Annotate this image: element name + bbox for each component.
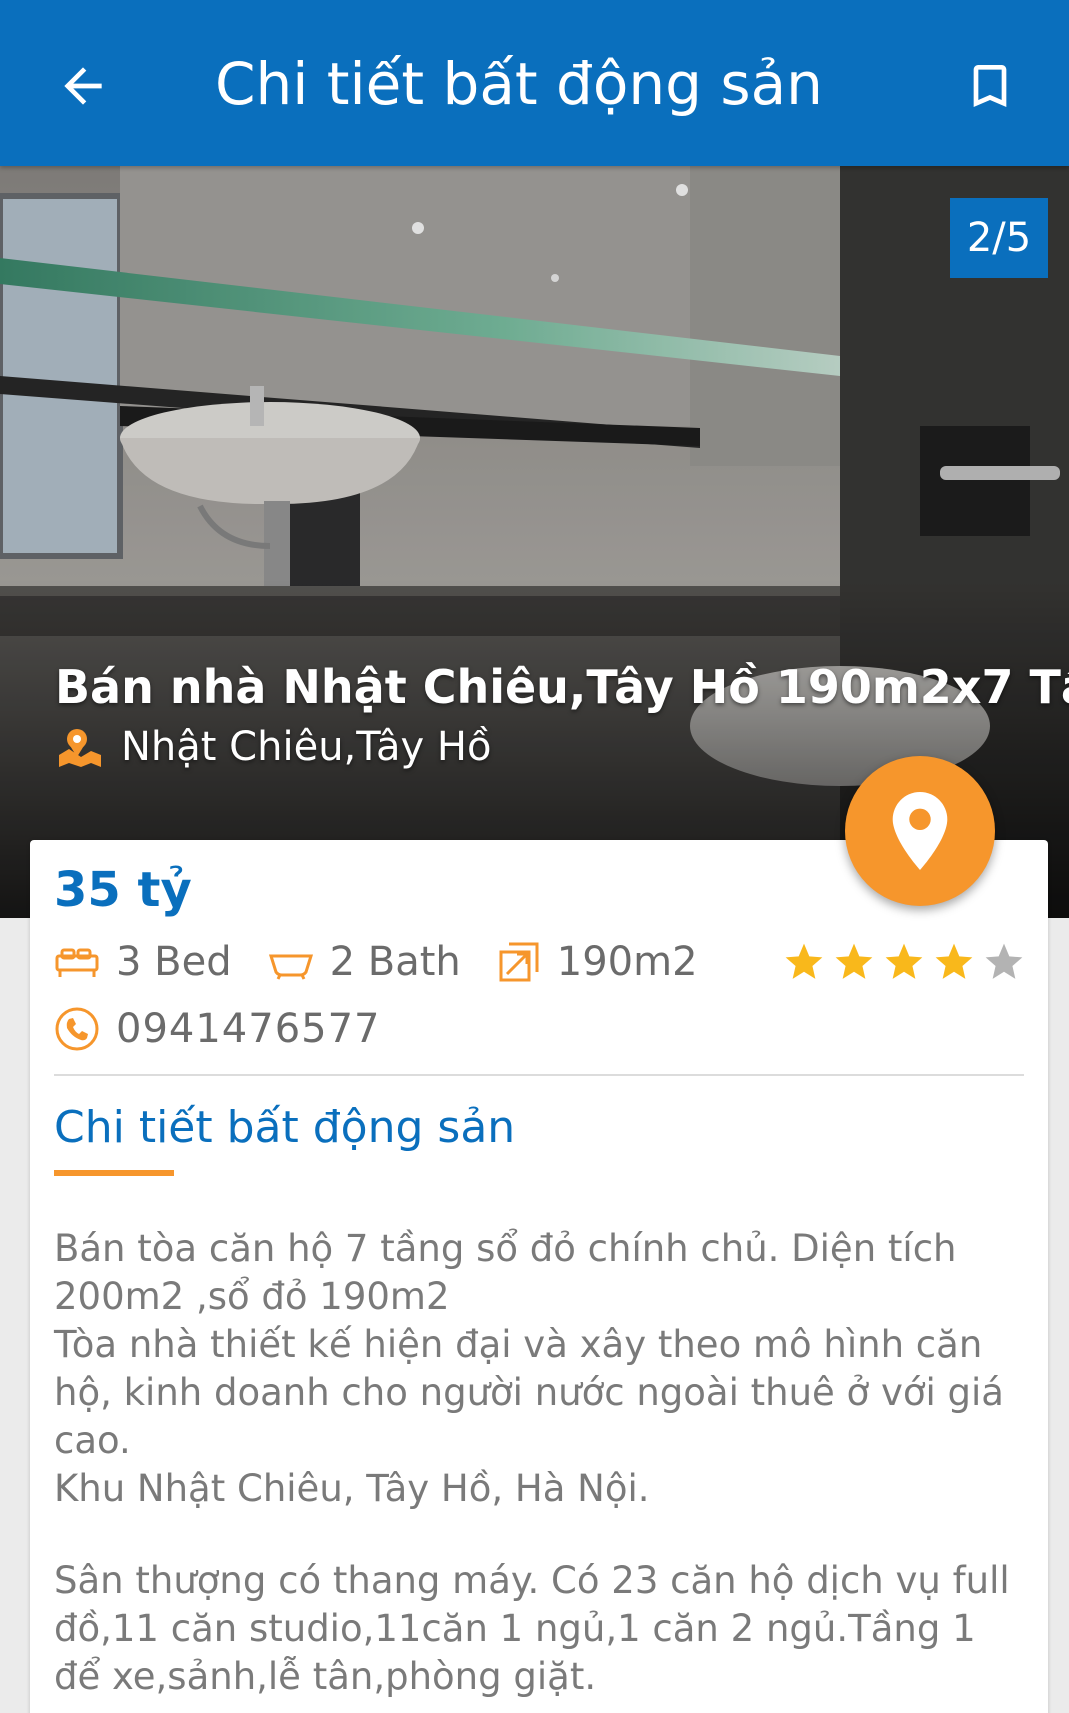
back-button[interactable] xyxy=(40,43,126,129)
arrow-left-icon xyxy=(64,67,102,105)
area-feature: 190m2 xyxy=(497,939,698,985)
map-location-button[interactable] xyxy=(845,756,995,906)
description-paragraph: Khu Nhật Chiêu, Tây Hồ, Hà Nội. xyxy=(54,1467,650,1510)
star-filled-icon xyxy=(882,940,926,984)
area-icon xyxy=(497,940,541,984)
section-title: Chi tiết bất động sản xyxy=(54,1102,516,1153)
bath-feature: 2 Bath xyxy=(268,939,461,985)
description-paragraph: Tòa nhà thiết kế hiện đại và xây theo mô… xyxy=(54,1323,1004,1462)
location-text: Nhật Chiêu,Tây Hồ xyxy=(121,724,492,770)
app-bar: Chi tiết bất động sản xyxy=(0,0,1069,166)
property-price: 35 tỷ xyxy=(54,862,192,918)
bookmark-icon xyxy=(973,65,1007,107)
phone-icon xyxy=(54,1006,100,1052)
area-value: 190m2 xyxy=(556,939,698,985)
map-pin-icon xyxy=(55,725,105,769)
bathtub-icon xyxy=(268,944,314,980)
bed-icon xyxy=(54,944,100,980)
section-underline xyxy=(54,1170,174,1176)
property-title: Bán nhà Nhật Chiêu,Tây Hồ 190m2x7 Tầng xyxy=(55,660,1069,714)
property-info-card: 35 tỷ 3 Bed 2 Bath 190m2 0941476577 Chi … xyxy=(30,840,1048,1713)
location-marker-icon xyxy=(892,792,948,870)
divider xyxy=(54,1074,1024,1076)
phone-contact[interactable]: 0941476577 xyxy=(54,996,381,1062)
property-description: Bán tòa căn hộ 7 tầng sổ đỏ chính chủ. D… xyxy=(54,1225,1024,1701)
description-paragraph: Bán tòa căn hộ 7 tầng sổ đỏ chính chủ. D… xyxy=(54,1227,957,1318)
phone-number: 0941476577 xyxy=(116,1006,381,1052)
star-filled-icon xyxy=(782,940,826,984)
property-features: 3 Bed 2 Bath 190m2 xyxy=(54,932,734,992)
property-location: Nhật Chiêu,Tây Hồ xyxy=(55,724,491,770)
star-rating xyxy=(776,932,1026,992)
star-empty-icon xyxy=(982,940,1026,984)
photo-counter: 2/5 xyxy=(950,198,1048,278)
bookmark-button[interactable] xyxy=(947,43,1033,129)
bath-count: 2 Bath xyxy=(329,939,461,985)
star-filled-icon xyxy=(932,940,976,984)
description-paragraph: Sân thượng có thang máy. Có 23 căn hộ dị… xyxy=(54,1559,1010,1698)
bed-count: 3 Bed xyxy=(116,939,232,985)
property-detail-screen: Chi tiết bất động sản 2/5 Bán nhà Nhật C… xyxy=(0,0,1069,1713)
bed-feature: 3 Bed xyxy=(54,939,232,985)
star-filled-icon xyxy=(832,940,876,984)
page-title: Chi tiết bất động sản xyxy=(215,50,823,118)
